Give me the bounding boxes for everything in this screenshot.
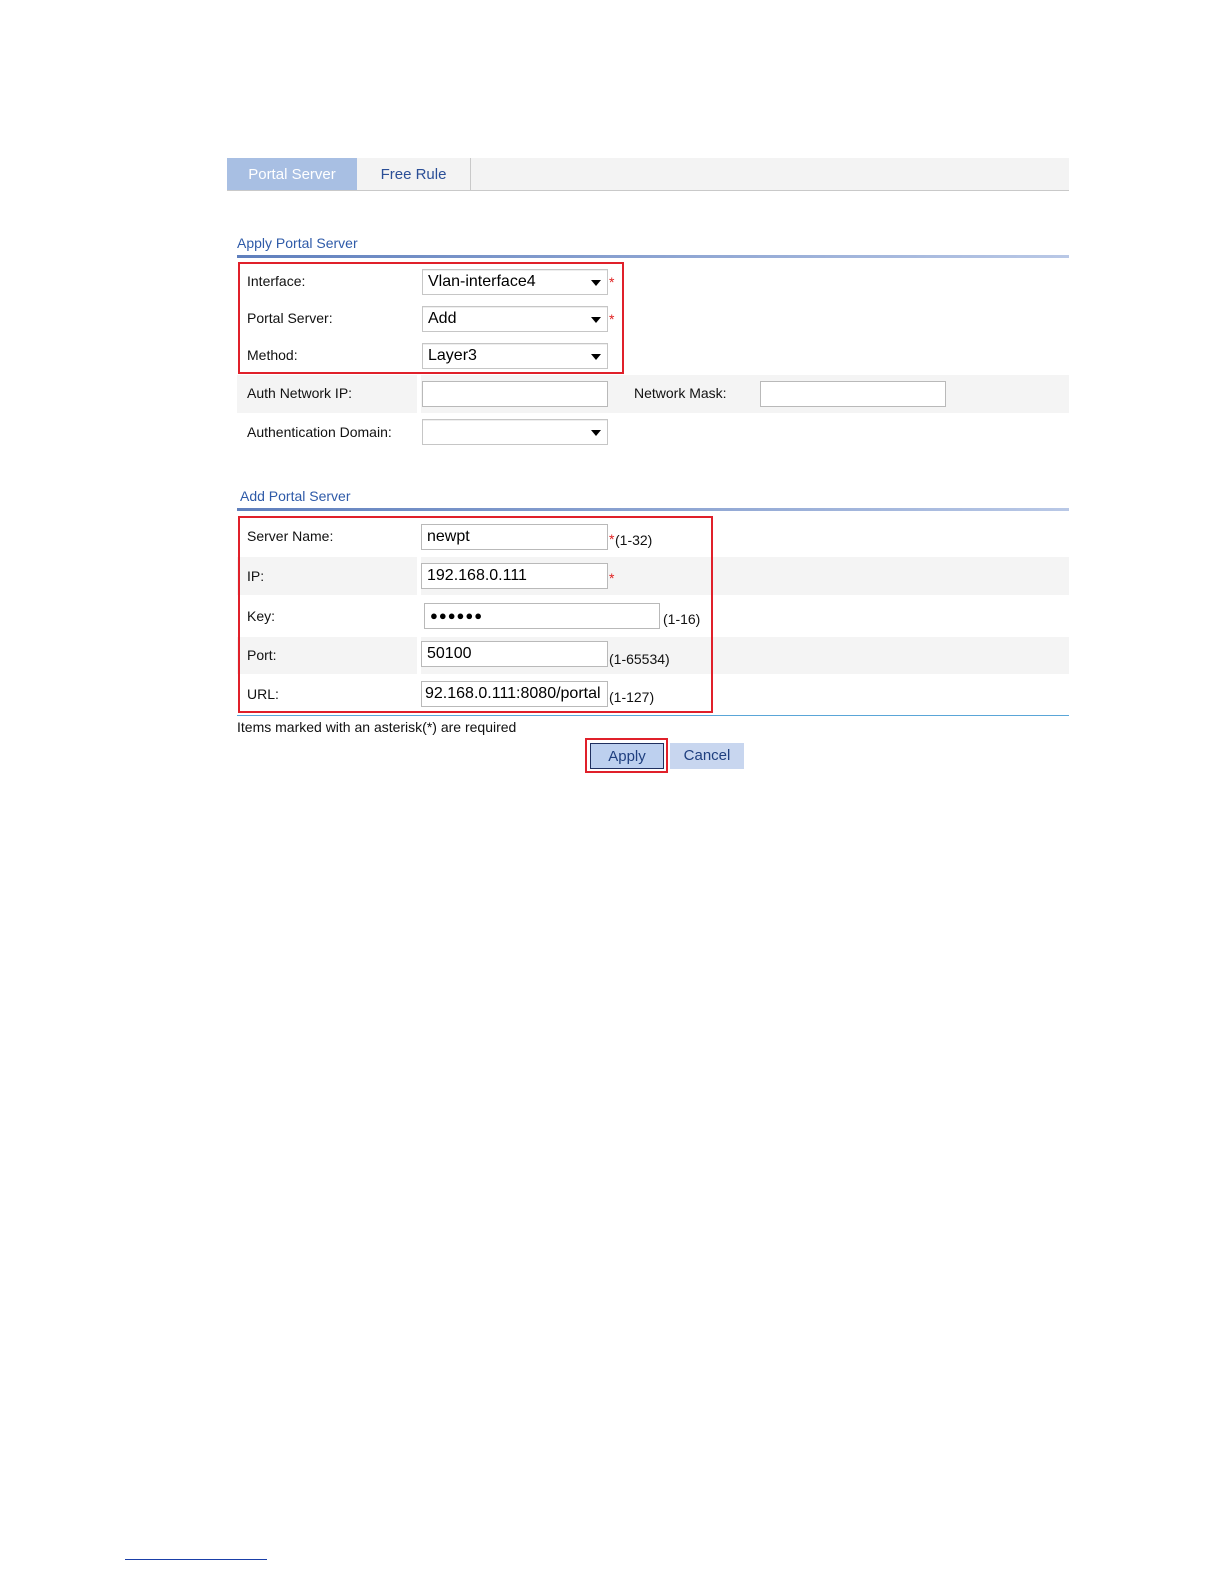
network-mask-label: Network Mask: <box>634 385 727 401</box>
auth-domain-select[interactable] <box>422 419 608 445</box>
auth-network-ip-input[interactable] <box>422 381 608 407</box>
footnote-divider <box>125 1559 267 1560</box>
auth-domain-row: Authentication Domain: <box>237 414 1069 452</box>
network-mask-input[interactable] <box>760 381 946 407</box>
auth-domain-label: Authentication Domain: <box>247 424 392 440</box>
auth-network-ip-label: Auth Network IP: <box>247 385 353 401</box>
apply-portal-server-title: Apply Portal Server <box>237 235 358 251</box>
tab-bar: Portal Server Free Rule <box>227 158 1069 191</box>
tab-portal-server[interactable]: Portal Server <box>227 158 357 190</box>
chevron-down-icon <box>591 430 601 436</box>
highlight-box <box>238 516 713 713</box>
required-note: Items marked with an asterisk(*) are req… <box>237 719 517 735</box>
highlight-box <box>238 262 624 374</box>
section-divider <box>237 255 1069 258</box>
section-divider <box>237 508 1069 511</box>
cancel-button[interactable]: Cancel <box>670 743 744 769</box>
add-portal-server-title: Add Portal Server <box>240 488 351 504</box>
tab-free-rule[interactable]: Free Rule <box>357 158 471 190</box>
apply-button[interactable]: Apply <box>590 743 664 769</box>
form-bottom-divider <box>237 715 1069 716</box>
auth-network-row: Auth Network IP: Network Mask: <box>237 375 1069 413</box>
